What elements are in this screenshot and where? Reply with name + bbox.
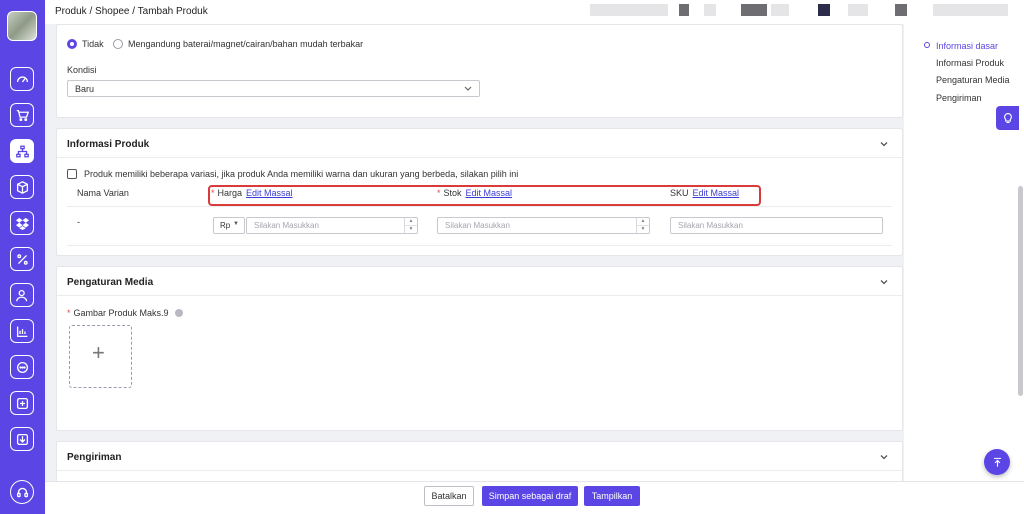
breadcrumb: Produk / Shopee / Tambah Produk: [55, 6, 208, 17]
divider: [67, 245, 892, 246]
condition-select[interactable]: Baru: [67, 80, 480, 97]
stock-stepper[interactable]: ▲ ▼: [636, 218, 649, 233]
redacted-block: [741, 4, 767, 16]
chevron-down-icon[interactable]: [880, 453, 888, 461]
variant-value: -: [77, 217, 80, 227]
dashboard-icon[interactable]: [10, 67, 34, 91]
sku-placeholder: Silakan Masukkan: [678, 221, 743, 230]
info-icon[interactable]: [174, 309, 183, 317]
chevron-down-icon: [464, 86, 472, 91]
chevron-down-icon[interactable]: [880, 278, 888, 286]
back-to-top-icon[interactable]: [984, 449, 1010, 475]
store-logo[interactable]: [7, 11, 37, 41]
dropbox-icon[interactable]: [10, 211, 34, 235]
caret-down-icon: ▼: [233, 221, 239, 227]
condition-label: Kondisi: [67, 65, 97, 75]
stepper-down-icon[interactable]: ▼: [637, 225, 649, 232]
stock-input[interactable]: Silakan Masukkan ▲ ▼: [437, 217, 650, 234]
anchor-active-dot: [924, 42, 930, 48]
cart-icon[interactable]: [10, 103, 34, 127]
shipping-title: Pengiriman: [67, 452, 122, 463]
redacted-block: [771, 4, 789, 16]
anchor-basic-info[interactable]: Informasi dasar: [936, 41, 998, 51]
scrollbar[interactable]: [1018, 186, 1023, 396]
media-title: Pengaturan Media: [67, 277, 154, 288]
chart-icon[interactable]: [10, 319, 34, 343]
divider: [57, 295, 902, 296]
redacted-block: [933, 4, 1008, 16]
image-label: * Gambar Produk Maks.9: [67, 308, 183, 318]
shipping-card: Pengiriman: [56, 441, 903, 486]
plus-icon: +: [92, 340, 105, 365]
chat-icon[interactable]: [10, 355, 34, 379]
variation-label: Produk memiliki beberapa variasi, jika p…: [84, 169, 519, 179]
variant-name-header: Nama Varian: [77, 188, 129, 198]
save-draft-button[interactable]: Simpan sebagai draf: [482, 486, 578, 506]
image-label-text: Gambar Produk Maks.9: [73, 308, 169, 318]
product-info-title: Informasi Produk: [67, 139, 150, 150]
radio-tidak[interactable]: [67, 39, 77, 49]
price-placeholder: Silakan Masukkan: [254, 221, 319, 230]
redacted-block: [704, 4, 716, 16]
stock-placeholder: Silakan Masukkan: [445, 221, 510, 230]
radio-hazardous-label: Mengandung baterai/magnet/cairan/bahan m…: [128, 39, 364, 49]
add-icon[interactable]: [10, 391, 34, 415]
variation-checkbox[interactable]: [67, 169, 77, 179]
anchor-media[interactable]: Pengaturan Media: [936, 75, 1010, 85]
product-tree-icon[interactable]: [10, 139, 34, 163]
top-bar: Produk / Shopee / Tambah Produk: [45, 0, 1024, 24]
redacted-block: [679, 4, 689, 16]
radio-tidak-label: Tidak: [82, 39, 104, 49]
stepper-up-icon[interactable]: ▲: [637, 218, 649, 225]
radio-hazardous[interactable]: [113, 39, 123, 49]
sidebar: [0, 0, 45, 514]
chevron-down-icon[interactable]: [880, 140, 888, 148]
redacted-block: [818, 4, 830, 16]
redacted-block: [848, 4, 868, 16]
product-info-card: Informasi Produk Produk memiliki beberap…: [56, 128, 903, 256]
image-upload[interactable]: +: [69, 325, 132, 388]
price-input[interactable]: Silakan Masukkan ▲ ▼: [246, 217, 418, 234]
redacted-block: [590, 4, 668, 16]
basic-info-card: Tidak Mengandung baterai/magnet/cairan/b…: [56, 24, 903, 118]
media-card: Pengaturan Media * Gambar Produk Maks.9 +: [56, 266, 903, 431]
cancel-button[interactable]: Batalkan: [424, 486, 474, 506]
stepper-up-icon[interactable]: ▲: [405, 218, 417, 225]
stepper-down-icon[interactable]: ▼: [405, 225, 417, 232]
percent-icon[interactable]: [10, 247, 34, 271]
lightbulb-icon[interactable]: [996, 106, 1019, 130]
currency-value: Rp: [220, 221, 231, 230]
download-icon[interactable]: [10, 427, 34, 451]
redacted-block: [895, 4, 907, 16]
divider: [57, 470, 902, 471]
users-icon[interactable]: [10, 283, 34, 307]
condition-value: Baru: [75, 84, 95, 94]
publish-button[interactable]: Tampilkan: [584, 486, 640, 506]
anchor-shipping[interactable]: Pengiriman: [936, 93, 982, 103]
anchor-product-info[interactable]: Informasi Produk: [936, 58, 1004, 68]
box-icon[interactable]: [10, 175, 34, 199]
sku-input[interactable]: Silakan Masukkan: [670, 217, 883, 234]
highlight-box: [208, 185, 761, 206]
divider: [67, 206, 892, 207]
headset-icon[interactable]: [10, 480, 34, 504]
anchor-panel: Informasi dasar Informasi Produk Pengatu…: [904, 24, 1024, 514]
divider: [57, 157, 902, 158]
currency-select[interactable]: Rp ▼: [213, 217, 245, 234]
price-stepper[interactable]: ▲ ▼: [404, 218, 417, 233]
